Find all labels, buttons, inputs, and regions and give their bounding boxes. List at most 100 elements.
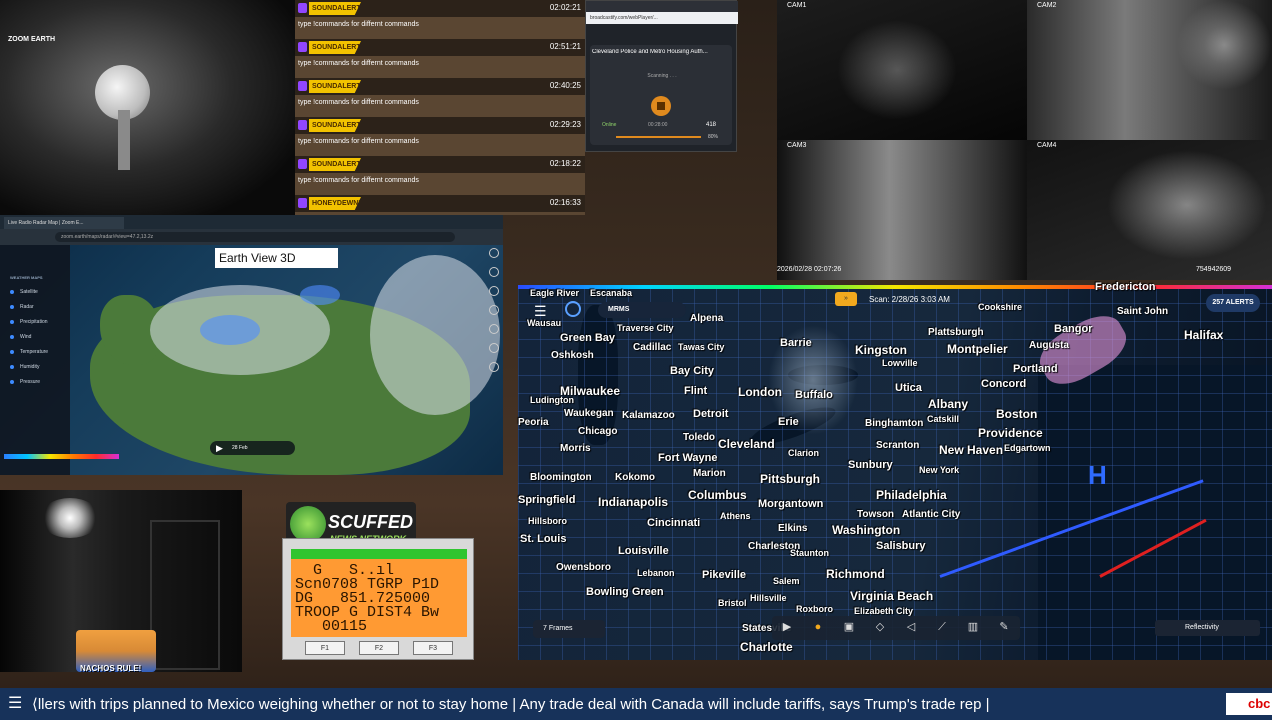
zoom-earth-logo[interactable]: ZOOM EARTH bbox=[8, 36, 55, 43]
twitch-icon bbox=[298, 81, 307, 91]
layers-icon[interactable] bbox=[489, 286, 499, 296]
city-label: Traverse City bbox=[617, 323, 674, 333]
share-icon[interactable] bbox=[489, 343, 499, 353]
f2-button[interactable]: F2 bbox=[359, 641, 399, 655]
city-label: Morris bbox=[560, 443, 591, 454]
city-label: Richmond bbox=[826, 567, 885, 581]
camera-pole bbox=[118, 110, 130, 170]
menu-icon[interactable]: ☰ bbox=[534, 303, 547, 320]
radar-icon bbox=[10, 305, 14, 309]
fast-forward-button[interactable]: » bbox=[835, 292, 857, 306]
chat-username-badge: HONEYDEWNINJA bbox=[309, 197, 361, 210]
twitch-icon bbox=[298, 159, 307, 169]
chat-text: type !commands for differnt commands bbox=[298, 60, 419, 67]
city-label: Bristol bbox=[718, 598, 747, 608]
shape-icon[interactable]: ◇ bbox=[873, 620, 887, 634]
radio-card bbox=[590, 45, 732, 145]
city-label: Pikeville bbox=[702, 569, 747, 581]
wind-icon bbox=[10, 335, 14, 339]
browser-tab-bar: Live Radio Radar Map | Zoom E... bbox=[0, 215, 503, 229]
radar-toolbar bbox=[772, 616, 1020, 640]
pin-icon[interactable]: ● bbox=[811, 620, 825, 634]
sidebar-item-humidity[interactable]: Humidity bbox=[10, 364, 39, 370]
sidebar-item-label: Pressure bbox=[20, 379, 41, 385]
city-label: Philadelphia bbox=[876, 488, 947, 502]
rain-cell bbox=[300, 285, 340, 305]
chat-message: SOUNDALERTS 02:40:25 type !commands for … bbox=[295, 78, 585, 117]
city-label: Alpena bbox=[690, 313, 724, 324]
frames-selector[interactable]: 7 Frames bbox=[533, 620, 605, 638]
city-label: Kokomo bbox=[615, 472, 655, 483]
product-selector[interactable]: MRMS bbox=[598, 302, 686, 318]
ruler-icon[interactable] bbox=[489, 324, 499, 334]
city-label: Lebanon bbox=[637, 568, 675, 578]
city-label: Sunbury bbox=[848, 459, 893, 471]
play-icon[interactable]: ▶ bbox=[216, 443, 223, 454]
volume-slider[interactable] bbox=[616, 136, 701, 138]
radio-address-bar[interactable]: broadcastify.com/webPlayer/... bbox=[586, 12, 738, 24]
chat-time: 02:18:22 bbox=[549, 159, 581, 168]
screenshot-icon[interactable]: ▣ bbox=[842, 620, 856, 634]
city-label: Elkins bbox=[778, 523, 808, 534]
ticker-headlines: ⟨llers with trips planned to Mexico weig… bbox=[32, 696, 990, 713]
sidebar-item-pressure[interactable]: Pressure bbox=[10, 379, 40, 385]
sidebar-item-satellite[interactable]: Satellite bbox=[10, 289, 38, 295]
logo-title: SCUFFED bbox=[328, 512, 413, 532]
sidebar-item-wind[interactable]: Wind bbox=[10, 334, 31, 340]
city-label: Concord bbox=[981, 378, 1027, 390]
city-label: Owensboro bbox=[556, 562, 612, 573]
city-label: New Haven bbox=[939, 443, 1004, 457]
camera-label: CAM4 bbox=[1037, 142, 1057, 149]
chat-text: type !commands for differnt commands bbox=[298, 138, 419, 145]
city-label: Saint John bbox=[1117, 306, 1169, 317]
sidebar-item-precipitation[interactable]: Precipitation bbox=[10, 319, 48, 325]
radar-logo-icon[interactable] bbox=[565, 301, 581, 317]
cloud-cover bbox=[370, 255, 500, 415]
city-label: Fort Wayne bbox=[658, 452, 718, 464]
book-icon[interactable]: ▥ bbox=[966, 620, 980, 634]
city-label: Peoria bbox=[518, 417, 549, 428]
ruler-icon[interactable]: ⟋ bbox=[935, 620, 949, 634]
triangle-icon[interactable]: ◁ bbox=[904, 620, 918, 634]
search-icon[interactable] bbox=[489, 248, 499, 258]
chat-username-badge: SOUNDALERTS bbox=[309, 158, 361, 171]
city-label: Chicago bbox=[578, 426, 618, 437]
location-icon[interactable] bbox=[489, 267, 499, 277]
f1-button[interactable]: F1 bbox=[305, 641, 345, 655]
chat-message: SOUNDALERTS 02:51:21 type !commands for … bbox=[295, 39, 585, 78]
pencil-icon[interactable]: ✎ bbox=[997, 620, 1011, 634]
city-label: Salisbury bbox=[876, 540, 926, 552]
chat-time: 02:02:21 bbox=[549, 3, 581, 12]
alerts-badge[interactable]: 257 ALERTS bbox=[1206, 294, 1260, 312]
city-label: Morgantown bbox=[758, 498, 824, 510]
sidebar-item-radar[interactable]: Radar bbox=[10, 304, 34, 310]
city-label: Ludington bbox=[530, 395, 574, 405]
f3-button[interactable]: F3 bbox=[413, 641, 453, 655]
city-label: Augusta bbox=[1029, 340, 1069, 351]
layer-selector[interactable]: Reflectivity bbox=[1155, 620, 1260, 636]
city-label: Hillsville bbox=[750, 593, 787, 603]
sidebar-item-temperature[interactable]: Temperature bbox=[10, 349, 48, 355]
city-label: Hillsboro bbox=[528, 516, 568, 526]
settings-icon[interactable] bbox=[489, 305, 499, 315]
weather-station-camera bbox=[0, 0, 295, 215]
city-label: Edgartown bbox=[1004, 443, 1051, 453]
radio-feed-title: Cleveland Police and Metro Housing Auth.… bbox=[592, 49, 708, 55]
earth-view-3d-button[interactable]: Earth View 3D bbox=[215, 248, 338, 268]
twitch-icon bbox=[298, 42, 307, 52]
city-label: Halifax bbox=[1184, 328, 1224, 342]
browser-tab[interactable]: Live Radio Radar Map | Zoom E... bbox=[4, 217, 124, 229]
play-icon[interactable]: ▶ bbox=[780, 620, 794, 634]
tree-silhouette bbox=[1107, 150, 1267, 260]
city-label: Bloomington bbox=[530, 472, 592, 483]
color-legend bbox=[4, 454, 119, 459]
url-field[interactable]: zoom.earth/maps/radar/#view=47.2,13.2z bbox=[55, 232, 455, 242]
city-label: Kingston bbox=[855, 343, 907, 357]
ceiling-light bbox=[40, 498, 100, 538]
city-label: Barrie bbox=[780, 337, 812, 349]
zoom-icon[interactable] bbox=[489, 362, 499, 372]
chat-time: 02:40:25 bbox=[549, 81, 581, 90]
city-label: Springfield bbox=[518, 494, 576, 506]
city-label: Green Bay bbox=[560, 332, 616, 344]
elapsed-time: 00:28:00 bbox=[648, 122, 668, 128]
